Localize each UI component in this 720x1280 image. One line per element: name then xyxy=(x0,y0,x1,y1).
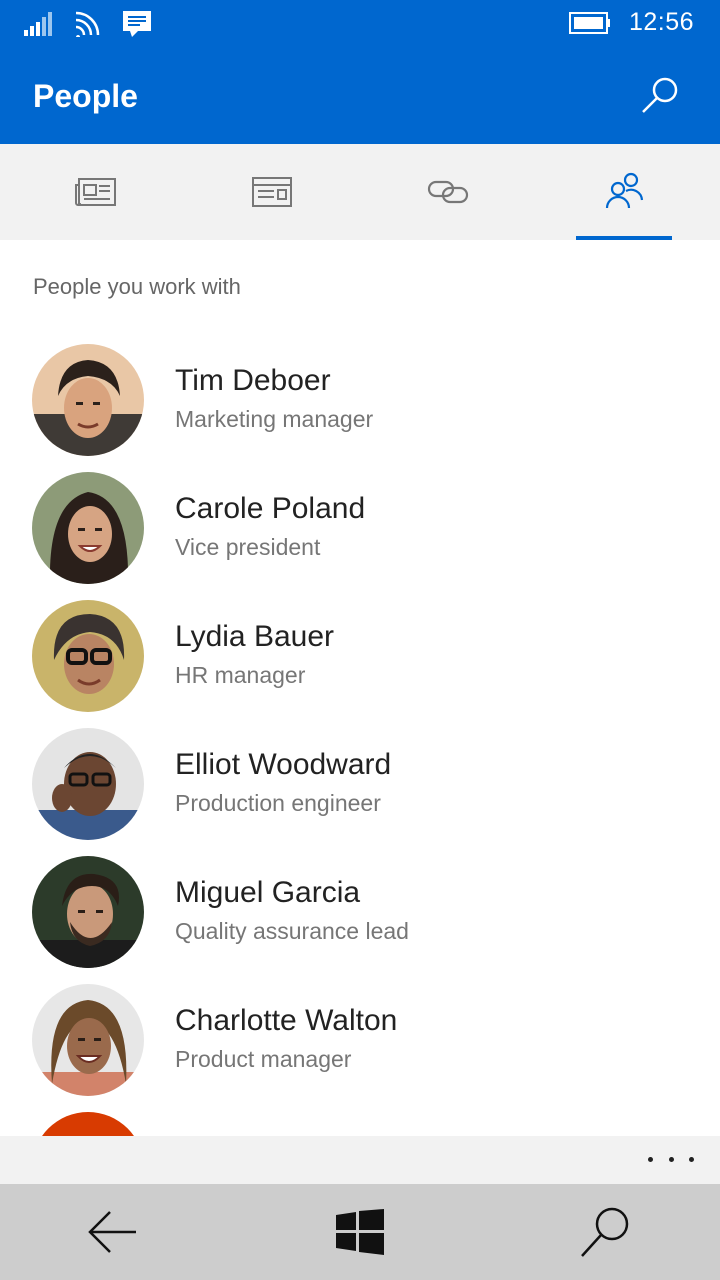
tab-people[interactable] xyxy=(576,144,672,240)
person-name: Carole Poland xyxy=(175,492,366,525)
status-icons-right: 12:56 xyxy=(568,8,694,37)
status-icons-left xyxy=(24,10,152,38)
person-list-item[interactable]: Tim Deboer Marketing manager xyxy=(0,344,720,472)
tab-bar xyxy=(0,144,720,240)
person-job-title: Quality assurance lead xyxy=(175,918,409,944)
person-job-title: HR manager xyxy=(175,662,306,688)
person-name: Miguel Garcia xyxy=(175,876,361,909)
search-icon xyxy=(642,77,678,113)
person-list-item[interactable]: Elliot Woodward Production engineer xyxy=(0,728,720,856)
person-job-title: Production engineer xyxy=(175,790,381,816)
more-button[interactable] xyxy=(648,1144,694,1174)
windows-icon xyxy=(336,1209,384,1255)
people-list: Tim Deboer Marketing manager Carole Pola… xyxy=(0,344,720,1112)
back-button[interactable] xyxy=(80,1200,144,1264)
wifi-icon xyxy=(75,11,100,37)
person-name: Lydia Bauer xyxy=(175,620,334,653)
back-icon xyxy=(88,1211,136,1253)
avatar xyxy=(32,984,144,1096)
more-icon-dot xyxy=(668,1156,674,1162)
clock: 12:56 xyxy=(628,8,694,36)
tab-links[interactable] xyxy=(400,144,496,240)
app-header: People xyxy=(0,48,720,144)
partial-avatar xyxy=(32,1112,144,1136)
tab-documents[interactable] xyxy=(224,144,320,240)
avatar xyxy=(32,472,144,584)
status-bar: 12:56 xyxy=(0,0,720,48)
tab-news[interactable] xyxy=(48,144,144,240)
header-search-button[interactable] xyxy=(638,74,682,118)
search-button[interactable] xyxy=(574,1200,638,1264)
avatar xyxy=(32,344,144,456)
documents-icon xyxy=(252,177,292,207)
avatar xyxy=(32,728,144,840)
battery-icon xyxy=(568,11,610,34)
person-list-item[interactable]: Miguel Garcia Quality assurance lead xyxy=(0,856,720,984)
message-icon xyxy=(123,11,151,37)
person-job-title: Product manager xyxy=(175,1046,352,1072)
more-icon-dot xyxy=(689,1156,694,1162)
link-icon xyxy=(427,180,469,204)
app-bar xyxy=(0,1136,720,1184)
section-heading: People you work with xyxy=(33,274,241,299)
person-list-item[interactable]: Lydia Bauer HR manager xyxy=(0,600,720,728)
person-list-item[interactable]: Charlotte Walton Product manager xyxy=(0,984,720,1112)
news-icon xyxy=(75,178,116,206)
person-name: Tim Deboer xyxy=(175,364,331,397)
more-icon-dot xyxy=(648,1156,653,1162)
navigation-bar xyxy=(0,1184,720,1280)
person-job-title: Marketing manager xyxy=(175,406,374,432)
person-job-title: Vice president xyxy=(175,534,321,560)
people-icon xyxy=(605,172,644,209)
avatar xyxy=(32,600,144,712)
home-button[interactable] xyxy=(328,1200,392,1264)
person-name: Elliot Woodward xyxy=(175,748,392,781)
person-name: Charlotte Walton xyxy=(175,1004,398,1037)
page-title: People xyxy=(33,78,138,114)
search-icon xyxy=(581,1207,629,1257)
signal-icon xyxy=(24,12,52,36)
person-list-item[interactable]: Carole Poland Vice president xyxy=(0,472,720,600)
avatar xyxy=(32,856,144,968)
